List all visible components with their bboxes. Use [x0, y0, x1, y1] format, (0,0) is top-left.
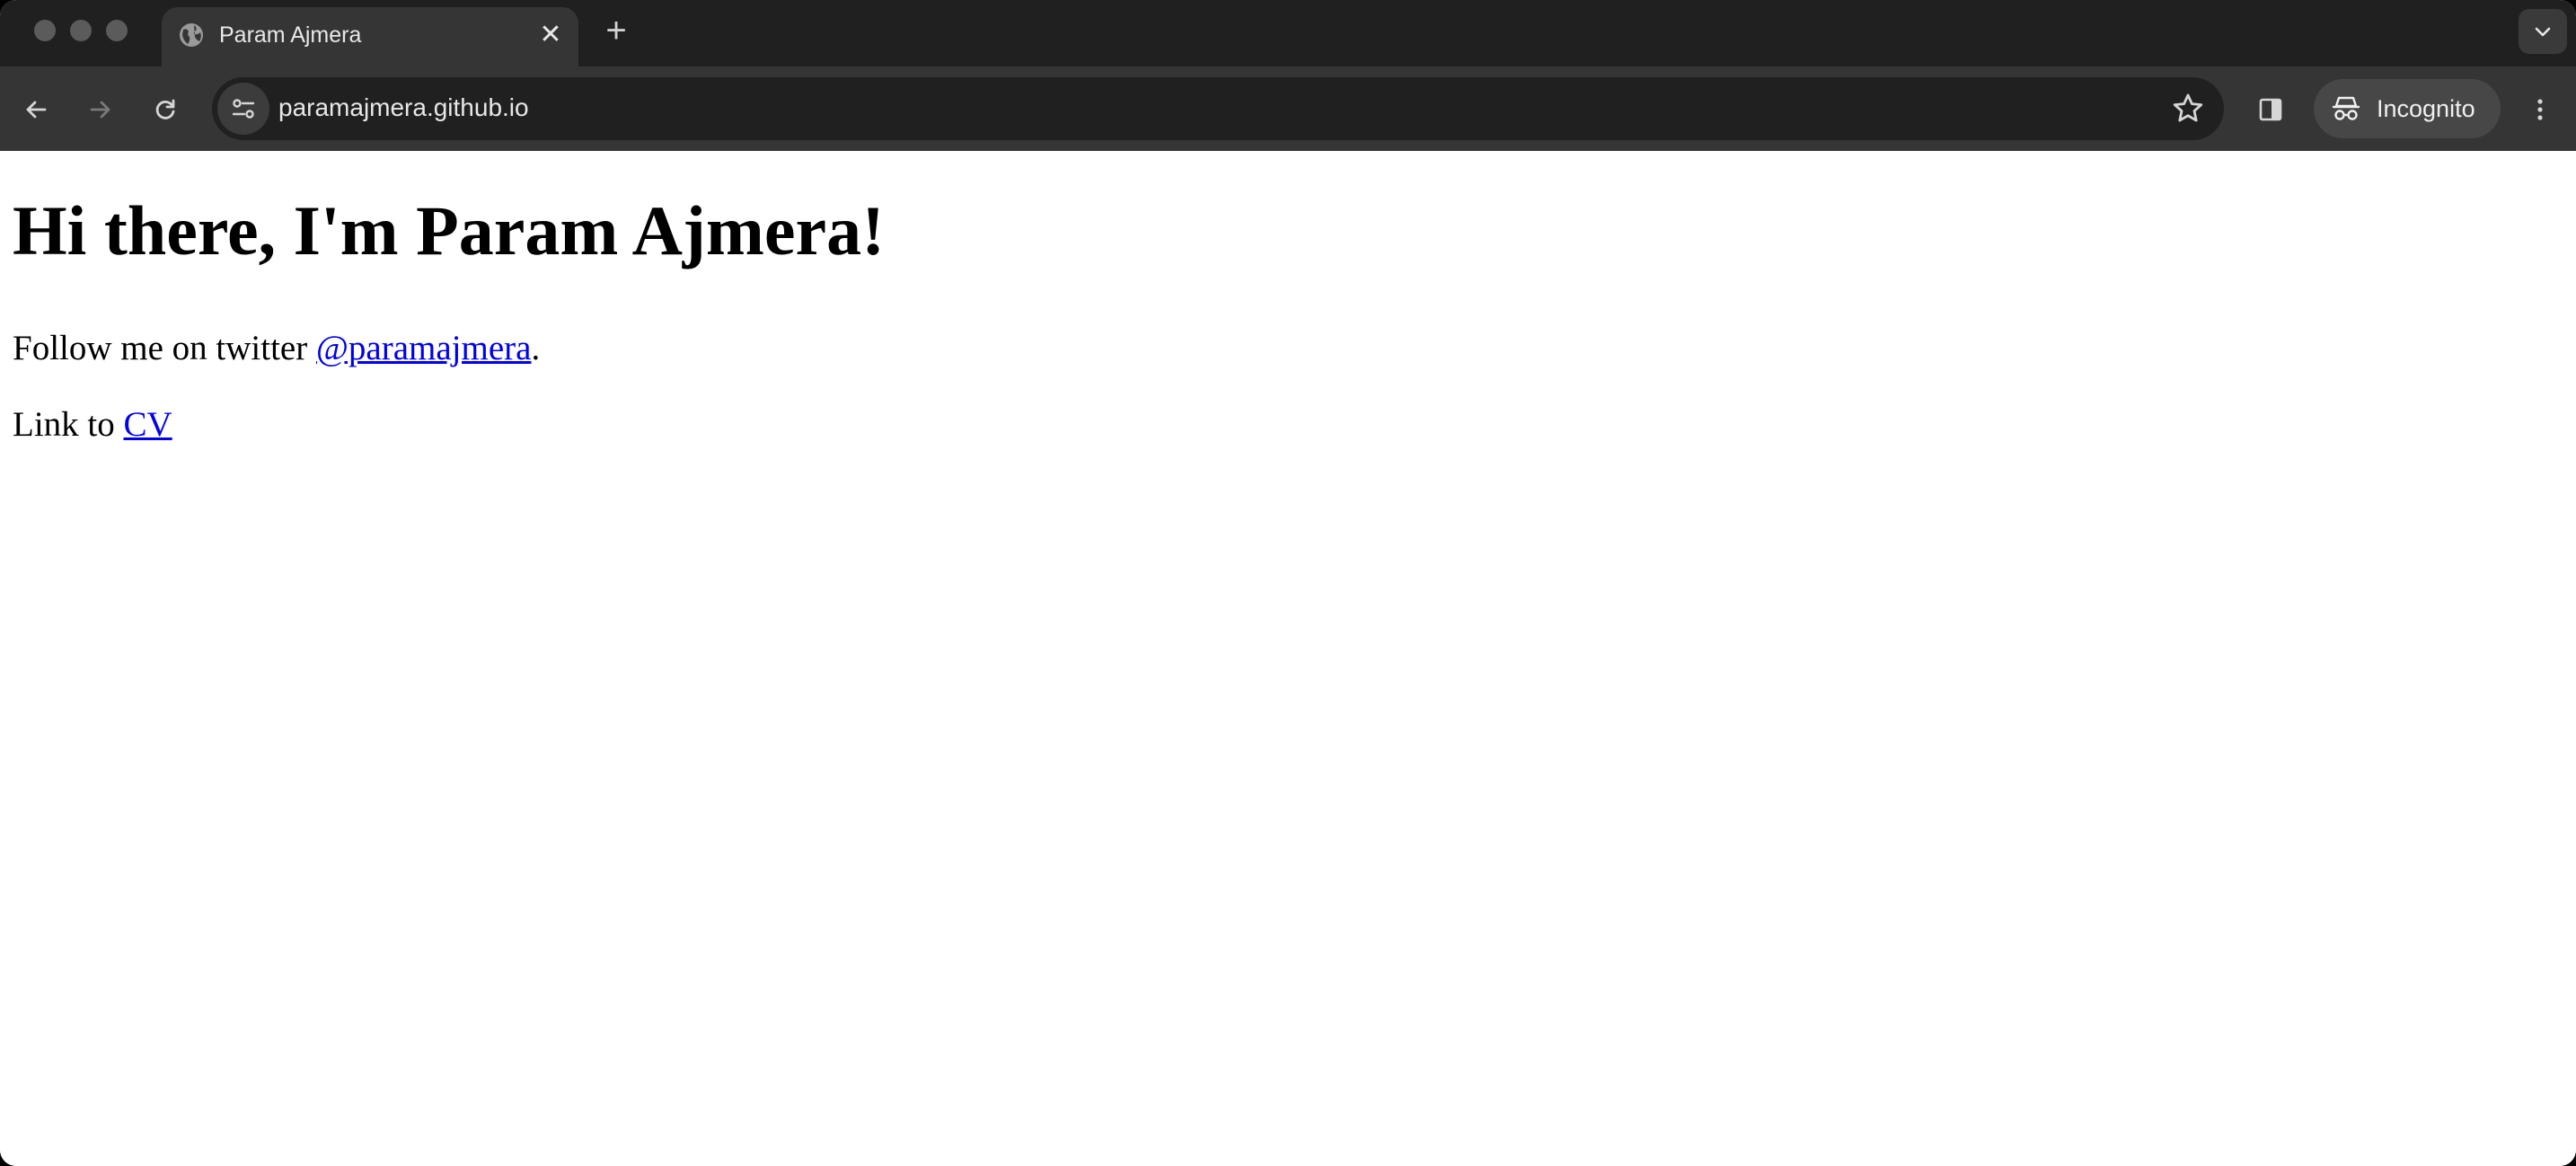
window-close-button[interactable]	[34, 20, 56, 41]
tab-strip: Param Ajmera ✕ +	[0, 0, 2576, 66]
back-button[interactable]	[11, 84, 61, 135]
incognito-label: Incognito	[2377, 95, 2475, 122]
browser-toolbar: paramajmera.github.io Incognito	[0, 66, 2576, 151]
twitter-link[interactable]: @paramajmera	[316, 329, 531, 367]
plus-icon[interactable]: +	[598, 13, 634, 49]
url-text[interactable]: paramajmera.github.io	[278, 93, 529, 122]
page-heading: Hi there, I'm Param Ajmera!	[13, 191, 886, 269]
page-content: Hi there, I'm Param Ajmera! Follow me on…	[0, 151, 2576, 1166]
close-icon[interactable]: ✕	[535, 20, 566, 50]
browser-window: Param Ajmera ✕ + paramajmera.github.io I…	[0, 0, 2576, 1166]
twitter-line-prefix: Follow me on twitter	[13, 329, 316, 367]
window-minimize-button[interactable]	[70, 20, 92, 41]
address-bar[interactable]: paramajmera.github.io	[212, 77, 2224, 140]
star-icon[interactable]	[2170, 91, 2206, 127]
cv-line: Link to CV	[13, 407, 172, 442]
reload-button[interactable]	[140, 84, 190, 135]
cv-link[interactable]: CV	[124, 405, 172, 444]
tab-search-button[interactable]	[2519, 9, 2567, 54]
cv-line-prefix: Link to	[13, 405, 124, 444]
site-info-button[interactable]	[217, 83, 269, 135]
incognito-badge[interactable]: Incognito	[2314, 79, 2501, 138]
tab-title: Param Ajmera	[219, 22, 362, 48]
side-panel-button[interactable]	[2245, 84, 2296, 135]
tab-param-ajmera[interactable]: Param Ajmera ✕	[162, 7, 578, 66]
forward-button[interactable]	[75, 84, 126, 135]
twitter-line-suffix: .	[531, 329, 541, 367]
browser-menu-button[interactable]	[2515, 84, 2565, 135]
globe-icon	[178, 22, 205, 49]
twitter-line: Follow me on twitter @paramajmera.	[13, 331, 540, 366]
window-maximize-button[interactable]	[106, 20, 128, 41]
